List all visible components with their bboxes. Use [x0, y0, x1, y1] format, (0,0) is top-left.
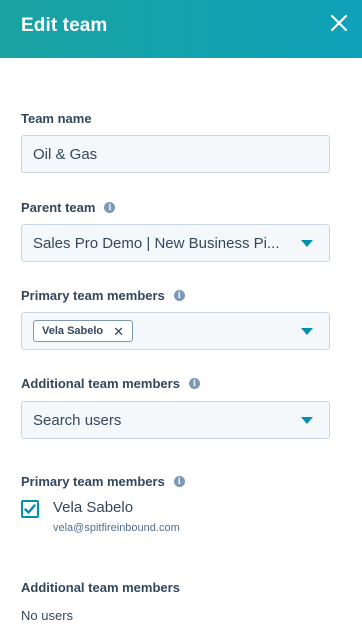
additional-members-select-label-text: Additional team members: [21, 376, 180, 391]
info-icon[interactable]: i: [188, 378, 200, 389]
panel-title: Edit team: [21, 15, 108, 36]
close-button[interactable]: [328, 12, 350, 34]
no-users-text: No users: [21, 608, 74, 623]
parent-team-label-text: Parent team: [21, 200, 96, 215]
edit-team-panel: Edit team Team name Oil & Gas Parent tea…: [0, 0, 362, 642]
primary-members-select-label-text: Primary team members: [21, 288, 165, 303]
primary-members-list-label: Primary team members i: [21, 474, 185, 489]
member-name: Vela Sabelo: [53, 499, 134, 516]
parent-team-select[interactable]: Sales Pro Demo | New Business Pi...: [21, 224, 330, 262]
primary-members-select[interactable]: Vela Sabelo ✕: [21, 312, 330, 350]
panel-header: Edit team: [0, 0, 362, 58]
chevron-down-icon: [301, 417, 313, 424]
info-icon[interactable]: i: [173, 290, 185, 301]
additional-members-list-label: Additional team members: [21, 580, 180, 595]
member-checkbox[interactable]: [21, 500, 39, 518]
close-icon: [330, 14, 348, 32]
member-email: vela@spitfireinbound.com: [53, 522, 180, 534]
chevron-down-icon: [301, 328, 313, 335]
additional-members-placeholder: Search users: [33, 412, 122, 429]
team-name-input[interactable]: Oil & Gas: [21, 135, 330, 173]
chevron-down-icon: [301, 240, 313, 247]
parent-team-label: Parent team i: [21, 200, 116, 215]
additional-members-search-select[interactable]: Search users: [21, 401, 330, 439]
member-tag: Vela Sabelo ✕: [33, 320, 134, 342]
member-tag-label: Vela Sabelo: [42, 325, 104, 337]
additional-members-select-label: Additional team members i: [21, 376, 200, 391]
additional-members-list-label-text: Additional team members: [21, 580, 180, 595]
remove-tag-icon[interactable]: ✕: [113, 325, 124, 338]
primary-members-list-label-text: Primary team members: [21, 474, 165, 489]
team-name-value: Oil & Gas: [33, 146, 98, 163]
primary-members-select-label: Primary team members i: [21, 288, 185, 303]
checkmark-icon: [24, 504, 36, 514]
team-name-label: Team name: [21, 111, 92, 126]
info-icon[interactable]: i: [104, 202, 116, 213]
info-icon[interactable]: i: [173, 476, 185, 487]
team-name-label-text: Team name: [21, 111, 92, 126]
parent-team-selected-value: Sales Pro Demo | New Business Pi...: [33, 235, 280, 252]
